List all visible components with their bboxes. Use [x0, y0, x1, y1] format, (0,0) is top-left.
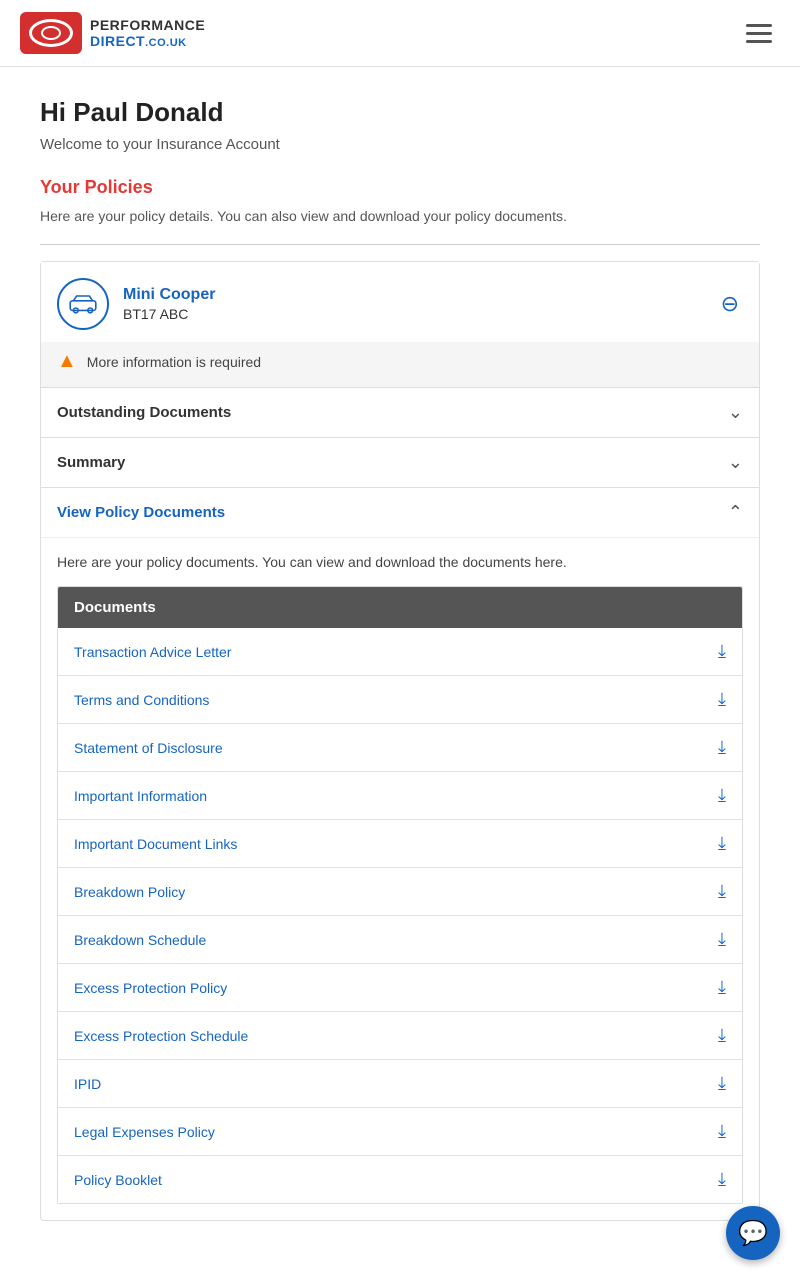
- main-content: Hi Paul Donald Welcome to your Insurance…: [0, 67, 800, 1251]
- car-icon-circle: [57, 278, 109, 330]
- document-name-terms-and-conditions: Terms and Conditions: [74, 692, 209, 708]
- summary-chevron: ⌄: [728, 452, 743, 473]
- logo-oval: [29, 19, 73, 47]
- document-name-breakdown-schedule: Breakdown Schedule: [74, 932, 206, 948]
- document-row-legal-expenses-policy[interactable]: Legal Expenses Policy ⤓: [58, 1108, 742, 1156]
- download-icon-transaction-advice-letter[interactable]: ⤓: [718, 641, 726, 662]
- logo-box: [20, 12, 82, 54]
- document-name-breakdown-policy: Breakdown Policy: [74, 884, 185, 900]
- download-icon-breakdown-policy[interactable]: ⤓: [718, 881, 726, 902]
- download-icon-legal-expenses-policy[interactable]: ⤓: [718, 1121, 726, 1142]
- download-icon-excess-protection-schedule[interactable]: ⤓: [718, 1025, 726, 1046]
- hamburger-line-2: [746, 32, 772, 35]
- divider: [40, 244, 760, 245]
- policies-description: Here are your policy details. You can al…: [40, 208, 760, 224]
- view-policy-documents-header[interactable]: View Policy Documents ⌃: [41, 488, 759, 537]
- greeting-heading: Hi Paul Donald: [40, 97, 760, 128]
- document-name-important-information: Important Information: [74, 788, 207, 804]
- logo: PERFORMANCE DIRECT.CO.UK: [20, 12, 205, 54]
- documents-header: Documents: [58, 587, 742, 628]
- document-name-legal-expenses-policy: Legal Expenses Policy: [74, 1124, 215, 1140]
- document-row-statement-of-disclosure[interactable]: Statement of Disclosure ⤓: [58, 724, 742, 772]
- document-name-ipid: IPID: [74, 1076, 101, 1092]
- policy-card-header: Mini Cooper BT17 ABC ⊖: [41, 262, 759, 342]
- document-row-transaction-advice-letter[interactable]: Transaction Advice Letter ⤓: [58, 628, 742, 676]
- hamburger-line-3: [746, 40, 772, 43]
- summary-title: Summary: [57, 454, 125, 471]
- document-row-important-information[interactable]: Important Information ⤓: [58, 772, 742, 820]
- chat-icon: 💬: [738, 1219, 768, 1248]
- document-row-excess-protection-schedule[interactable]: Excess Protection Schedule ⤓: [58, 1012, 742, 1060]
- download-icon-excess-protection-policy[interactable]: ⤓: [718, 977, 726, 998]
- document-row-important-document-links[interactable]: Important Document Links ⤓: [58, 820, 742, 868]
- policy-card: Mini Cooper BT17 ABC ⊖ ▲ More informatio…: [40, 261, 760, 1221]
- download-icon-statement-of-disclosure[interactable]: ⤓: [718, 737, 726, 758]
- policy-info: Mini Cooper BT17 ABC: [123, 286, 717, 322]
- summary-header[interactable]: Summary ⌄: [41, 438, 759, 487]
- car-icon: [67, 294, 99, 314]
- warning-icon: ▲: [57, 350, 77, 373]
- document-name-transaction-advice-letter: Transaction Advice Letter: [74, 644, 231, 660]
- view-policy-documents-content: Here are your policy documents. You can …: [41, 537, 759, 1220]
- outstanding-documents-header[interactable]: Outstanding Documents ⌄: [41, 388, 759, 437]
- policy-collapse-button[interactable]: ⊖: [717, 289, 743, 319]
- hamburger-line-1: [746, 24, 772, 27]
- view-policy-documents-title: View Policy Documents: [57, 504, 225, 521]
- warning-row: ▲ More information is required: [41, 342, 759, 387]
- download-icon-ipid[interactable]: ⤓: [718, 1073, 726, 1094]
- download-icon-important-information[interactable]: ⤓: [718, 785, 726, 806]
- policy-car-name: Mini Cooper: [123, 286, 717, 304]
- document-name-excess-protection-policy: Excess Protection Policy: [74, 980, 227, 996]
- document-name-policy-booklet: Policy Booklet: [74, 1172, 162, 1188]
- outstanding-documents-chevron: ⌄: [728, 402, 743, 423]
- document-name-excess-protection-schedule: Excess Protection Schedule: [74, 1028, 248, 1044]
- document-row-breakdown-policy[interactable]: Breakdown Policy ⤓: [58, 868, 742, 916]
- document-row-ipid[interactable]: IPID ⤓: [58, 1060, 742, 1108]
- logo-text: PERFORMANCE DIRECT.CO.UK: [90, 17, 205, 50]
- download-icon-important-document-links[interactable]: ⤓: [718, 833, 726, 854]
- header: PERFORMANCE DIRECT.CO.UK: [0, 0, 800, 67]
- documents-section-desc: Here are your policy documents. You can …: [57, 554, 743, 570]
- outstanding-documents-section: Outstanding Documents ⌄: [41, 387, 759, 437]
- document-row-policy-booklet[interactable]: Policy Booklet ⤓: [58, 1156, 742, 1203]
- your-policies-title: Your Policies: [40, 177, 760, 198]
- documents-list: Transaction Advice Letter ⤓ Terms and Co…: [58, 628, 742, 1203]
- hamburger-menu[interactable]: [738, 16, 780, 51]
- document-name-statement-of-disclosure: Statement of Disclosure: [74, 740, 223, 756]
- download-icon-breakdown-schedule[interactable]: ⤓: [718, 929, 726, 950]
- welcome-text: Welcome to your Insurance Account: [40, 136, 760, 153]
- document-row-terms-and-conditions[interactable]: Terms and Conditions ⤓: [58, 676, 742, 724]
- logo-direct: DIRECT.CO.UK: [90, 33, 205, 49]
- document-row-breakdown-schedule[interactable]: Breakdown Schedule ⤓: [58, 916, 742, 964]
- warning-text: More information is required: [87, 354, 261, 370]
- view-policy-documents-chevron: ⌃: [728, 502, 743, 523]
- logo-inner-oval: [41, 26, 61, 40]
- chat-button[interactable]: 💬: [726, 1206, 780, 1260]
- document-row-excess-protection-policy[interactable]: Excess Protection Policy ⤓: [58, 964, 742, 1012]
- logo-performance: PERFORMANCE: [90, 17, 205, 34]
- download-icon-policy-booklet[interactable]: ⤓: [718, 1169, 726, 1190]
- summary-section: Summary ⌄: [41, 437, 759, 487]
- document-name-important-document-links: Important Document Links: [74, 836, 237, 852]
- download-icon-terms-and-conditions[interactable]: ⤓: [718, 689, 726, 710]
- view-policy-documents-section: View Policy Documents ⌃ Here are your po…: [41, 487, 759, 1220]
- documents-wrapper: Documents Transaction Advice Letter ⤓ Te…: [57, 586, 743, 1204]
- policy-registration: BT17 ABC: [123, 306, 717, 322]
- outstanding-documents-title: Outstanding Documents: [57, 404, 231, 421]
